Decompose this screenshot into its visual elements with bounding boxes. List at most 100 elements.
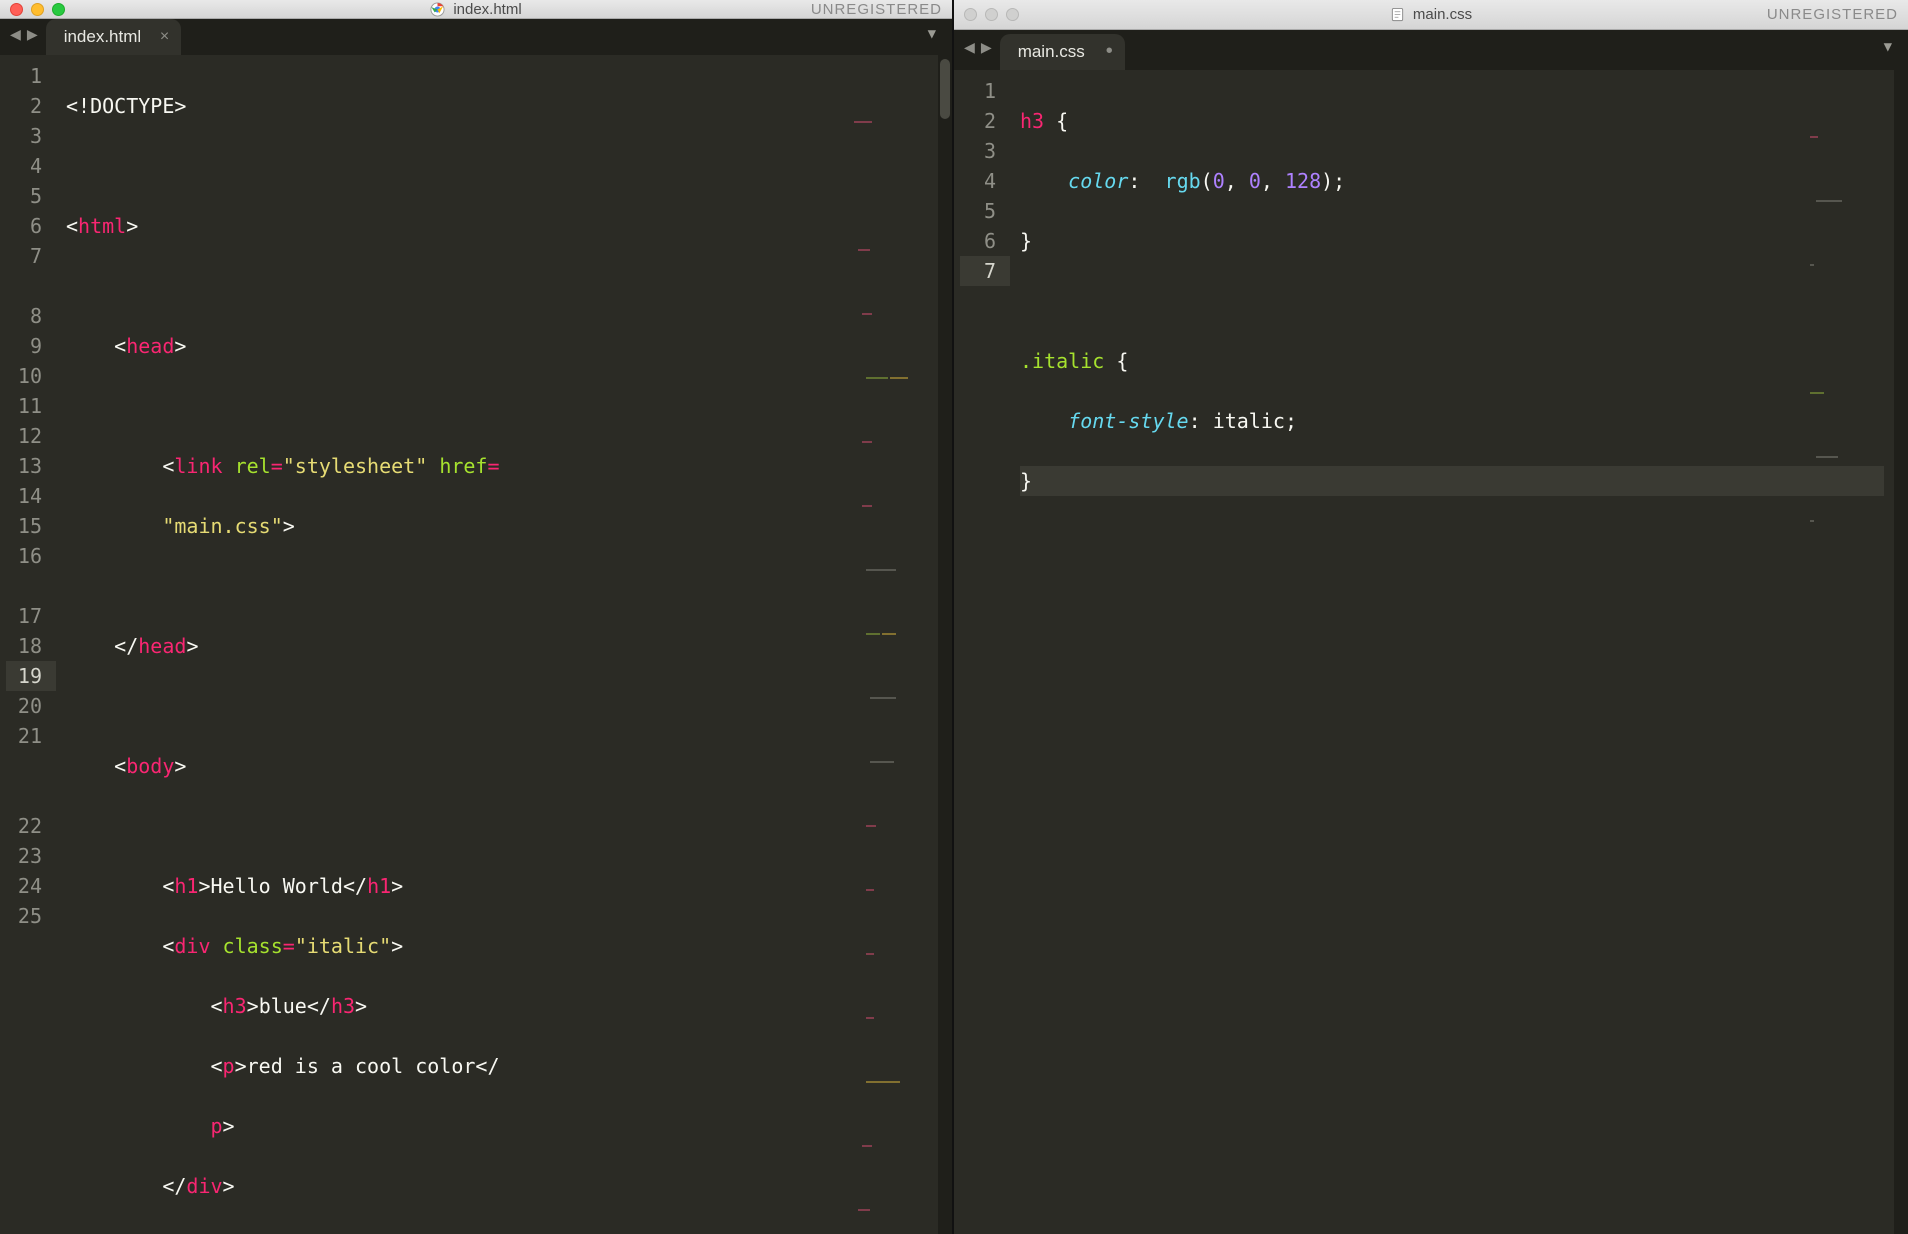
minimize-window-icon[interactable] [985, 8, 998, 21]
code-token: > [174, 334, 186, 358]
code-token: = [271, 454, 283, 478]
tab-close-icon[interactable]: × [160, 28, 169, 46]
code-token: h3 [223, 994, 247, 1018]
code-token: < [162, 454, 174, 478]
code-token: > [174, 94, 186, 118]
right-code[interactable]: h3 { color: rgb(0, 0, 128); } .italic { … [1010, 70, 1894, 1234]
code-token: } [1020, 229, 1032, 253]
code-token [1020, 409, 1068, 433]
close-window-icon[interactable] [964, 8, 977, 21]
left-code[interactable]: <!DOCTYPE> <html> <head> <link rel="styl… [56, 55, 938, 1234]
left-pane: index.html UNREGISTERED ◀ ▶ index.html ×… [0, 0, 954, 1234]
forward-icon[interactable]: ▶ [981, 37, 992, 58]
titlebar-title: index.html [0, 1, 952, 18]
code-token [223, 454, 235, 478]
code-token: 0 [1213, 169, 1225, 193]
titlebar-title: main.css [954, 6, 1908, 23]
code-token: = [283, 934, 295, 958]
code-token: > [247, 994, 259, 1018]
code-token: , [1225, 169, 1249, 193]
code-token: ; [1333, 169, 1345, 193]
code-token: > [391, 874, 403, 898]
code-token: </ [114, 634, 138, 658]
code-token: > [355, 994, 367, 1018]
zoom-window-icon[interactable] [52, 3, 65, 16]
code-token [1044, 109, 1056, 133]
code-token: 128 [1285, 169, 1321, 193]
code-token: : [1128, 169, 1140, 193]
code-token: blue [259, 994, 307, 1018]
back-icon[interactable]: ◀ [964, 37, 975, 58]
forward-icon[interactable]: ▶ [27, 24, 38, 45]
code-token: body [126, 754, 174, 778]
code-token [1020, 169, 1068, 193]
code-token: 0 [1249, 169, 1261, 193]
left-editor[interactable]: 1234567 8910111213141516 1718192021 2223… [0, 55, 952, 1234]
code-token: > [223, 1114, 235, 1138]
right-editor[interactable]: 1234567 h3 { color: rgb(0, 0, 128); } .i… [954, 70, 1908, 1234]
tab-index-html[interactable]: index.html × [46, 19, 181, 55]
code-token: Hello World [211, 874, 343, 898]
code-token [427, 454, 439, 478]
minimize-window-icon[interactable] [31, 3, 44, 16]
code-token: > [283, 514, 295, 538]
code-token: > [198, 874, 210, 898]
left-titlebar: index.html UNREGISTERED [0, 0, 952, 19]
code-token [1104, 349, 1116, 373]
titlebar-filename: index.html [453, 1, 521, 18]
chrome-icon [430, 2, 445, 17]
license-status: UNREGISTERED [1767, 6, 1898, 23]
back-icon[interactable]: ◀ [10, 24, 21, 45]
code-token: { [1116, 349, 1128, 373]
code-token: h1 [367, 874, 391, 898]
code-token: div [174, 934, 210, 958]
close-window-icon[interactable] [10, 3, 23, 16]
tabs-dropdown-icon[interactable]: ▼ [1874, 39, 1902, 61]
code-token: p [223, 1054, 235, 1078]
code-token: rel [235, 454, 271, 478]
tab-dirty-icon[interactable]: • [1106, 40, 1113, 63]
history-nav: ◀ ▶ [960, 37, 1000, 64]
code-token [1140, 169, 1164, 193]
code-token: head [138, 634, 186, 658]
tab-main-css[interactable]: main.css • [1000, 34, 1125, 70]
code-token: </ [343, 874, 367, 898]
code-token: } [1020, 469, 1032, 493]
left-scrollbar[interactable] [938, 55, 952, 1234]
right-pane: main.css UNREGISTERED ◀ ▶ main.css • ▼ 1… [954, 0, 1908, 1234]
code-token: , [1261, 169, 1285, 193]
code-token: = [487, 454, 499, 478]
code-token: ; [1285, 409, 1297, 433]
code-token: > [391, 934, 403, 958]
code-token: > [235, 1054, 247, 1078]
code-token: < [66, 214, 78, 238]
code-token: < [162, 874, 174, 898]
code-token: "italic" [295, 934, 391, 958]
code-token: color [1068, 169, 1128, 193]
code-token: "stylesheet" [283, 454, 428, 478]
code-token: ) [1321, 169, 1333, 193]
code-token: < [211, 1054, 223, 1078]
code-token: red is a cool color [247, 1054, 476, 1078]
tabs-dropdown-icon[interactable]: ▼ [918, 26, 946, 48]
code-token [1201, 409, 1213, 433]
scroll-thumb[interactable] [940, 59, 950, 119]
code-token: < [162, 934, 174, 958]
code-token: < [114, 754, 126, 778]
history-nav: ◀ ▶ [6, 24, 46, 51]
code-token: "main.css" [162, 514, 282, 538]
code-token: </ [475, 1054, 499, 1078]
zoom-window-icon[interactable] [1006, 8, 1019, 21]
titlebar-filename: main.css [1413, 6, 1472, 23]
code-token: font-style [1068, 409, 1188, 433]
code-token: : [1189, 409, 1201, 433]
code-token: </ [307, 994, 331, 1018]
tab-label: main.css [1018, 42, 1085, 62]
right-gutter: 1234567 [954, 70, 1010, 1234]
code-token: html [78, 214, 126, 238]
code-token: href [439, 454, 487, 478]
right-titlebar: main.css UNREGISTERED [954, 0, 1908, 30]
code-token: italic [1213, 409, 1285, 433]
right-scrollbar[interactable] [1894, 70, 1908, 1234]
code-token: h1 [174, 874, 198, 898]
